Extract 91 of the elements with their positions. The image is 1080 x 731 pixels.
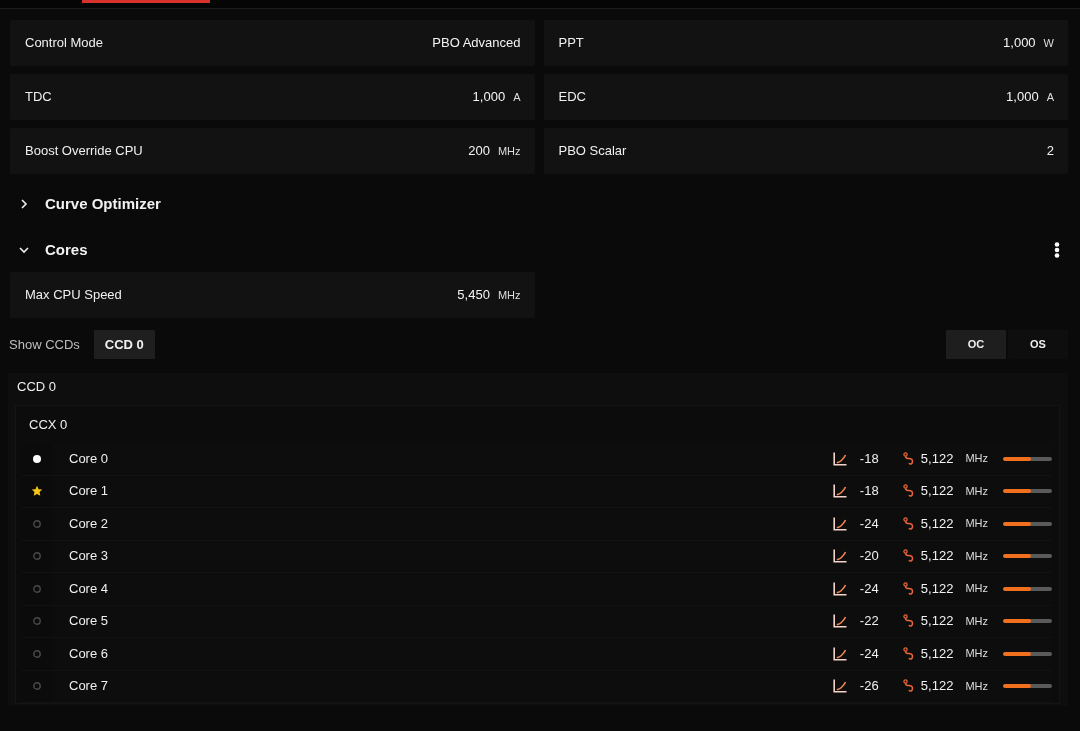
curve-graph-icon [832,646,847,661]
wave-icon [902,516,915,531]
frequency-value: 5,122 [920,450,954,467]
curve-graph-icon [832,549,847,564]
curve-offset-value: -24 [859,515,880,532]
unit-label: MHz [965,614,988,628]
frequency-value: 5,122 [920,515,954,532]
setting-value: 200 [468,143,490,159]
wave-icon [902,451,915,466]
curve-graph-icon [832,516,847,531]
wave-icon [902,549,915,564]
unit-label: A [1046,91,1054,105]
setting-value: 5,450 [457,287,490,303]
frequency-value: 5,122 [920,613,954,630]
unit-label: A [513,91,521,105]
unit-label: MHz [965,679,988,693]
setting-card[interactable]: Max CPU Speed 5,450 MHz [10,272,535,318]
ccx-title: CCX 0 [29,416,68,433]
curve-graph-icon [832,581,847,596]
core-name: Core 2 [68,515,109,532]
unit-label: MHz [965,517,988,531]
ring-icon [33,552,41,561]
setting-value: 1,000 [472,89,506,105]
unit-label: MHz [965,452,988,466]
setting-value: 2 [1046,143,1054,159]
setting-label: Max CPU Speed [25,287,122,303]
core-name: Core 7 [68,678,109,695]
frequency-value: 5,122 [920,548,954,565]
core-name: Core 4 [68,580,109,597]
setting-card[interactable]: Control Mode PBO Advanced [10,20,535,66]
setting-value: PBO Advanced [432,35,521,51]
unit-label: MHz [965,647,988,661]
setting-card[interactable]: PPT 1,000 W [543,20,1068,66]
frequency-value: 5,122 [920,645,954,662]
ring-icon [33,617,41,626]
core-name: Core 5 [68,613,109,630]
setting-label: Boost Override CPU [25,143,143,159]
setting-value: 1,000 [1003,35,1036,51]
curve-graph-icon [832,614,847,629]
curve-offset-value: -26 [859,678,880,695]
curve-graph-icon [832,679,847,694]
curve-offset-value: -18 [859,450,880,467]
core-name: Core 6 [68,645,109,662]
setting-label: TDC [25,89,52,105]
curve-offset-value: -18 [859,483,880,500]
setting-label: PPT [558,35,584,51]
core-name: Core 1 [68,483,109,500]
curve-offset-value: -24 [859,580,880,597]
wave-icon [902,581,915,596]
section-toggle[interactable]: Curve Optimizer [0,189,165,219]
ring-icon [33,682,41,691]
wave-icon [902,679,915,694]
setting-label: EDC [558,89,586,105]
curve-graph-icon [832,451,847,466]
unit-label: MHz [497,289,521,303]
section-toggle[interactable]: Cores [0,235,92,265]
unit-label: MHz [965,484,988,498]
mode-toggle-button[interactable]: OC [946,330,1006,359]
unit-label: W [1043,37,1054,51]
frequency-value: 5,122 [920,483,954,500]
unit-label: MHz [965,549,988,563]
ccd-filter-button[interactable]: CCD 0 [93,330,155,359]
wave-icon [902,614,915,629]
curve-offset-value: -24 [859,645,880,662]
more-menu-icon[interactable] [1054,242,1060,258]
filter-label: Show CCDs [9,336,80,353]
curve-offset-value: -22 [859,613,880,630]
core-name: Core 0 [68,450,109,467]
mode-toggle-button[interactable]: OS [1008,330,1068,359]
ring-icon [33,519,41,528]
setting-value: 1,000 [1006,89,1039,105]
frequency-value: 5,122 [920,678,954,695]
ring-icon [33,649,41,658]
core-name: Core 3 [68,548,109,565]
ccd-title: CCD 0 [17,379,56,395]
setting-card[interactable]: Boost Override CPU 200 MHz [10,128,535,174]
unit-label: MHz [497,145,521,159]
status-dot-icon [33,454,41,463]
setting-card[interactable]: PBO Scalar 2 [543,128,1068,174]
frequency-value: 5,122 [920,580,954,597]
unit-label: MHz [965,582,988,596]
wave-icon [902,484,915,499]
setting-card[interactable]: TDC 1,000 A [10,74,535,120]
curve-graph-icon [832,484,847,499]
setting-label: PBO Scalar [558,143,627,159]
wave-icon [902,646,915,661]
curve-offset-value: -20 [859,548,880,565]
star-icon [31,485,43,498]
ring-icon [33,584,41,593]
setting-label: Control Mode [25,35,104,51]
setting-card[interactable]: EDC 1,000 A [543,74,1068,120]
